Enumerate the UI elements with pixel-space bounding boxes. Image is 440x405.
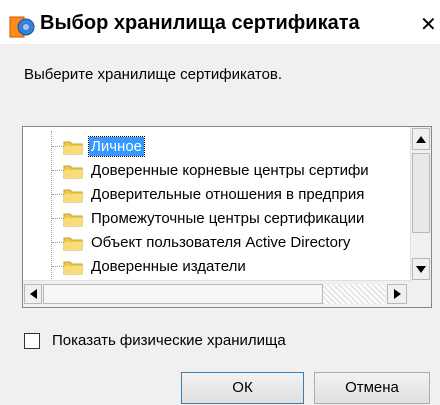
tree-item[interactable]: Личное xyxy=(23,135,405,159)
arrow-up-icon xyxy=(416,135,426,143)
horizontal-scroll-thumb[interactable] xyxy=(43,284,323,304)
tree-item[interactable]: Доверенные издатели xyxy=(23,255,405,279)
tree-item[interactable]: Доверительные отношения в предприя xyxy=(23,183,405,207)
folder-icon xyxy=(63,189,83,203)
tree-item-label: Доверенные корневые центры сертифи xyxy=(91,162,369,179)
show-physical-stores-checkbox[interactable] xyxy=(24,333,40,349)
tree-item-label: Объект пользователя Active Directory xyxy=(91,234,351,251)
folder-icon xyxy=(63,213,83,227)
horizontal-scroll-track[interactable] xyxy=(323,284,385,304)
window-title: Выбор хранилища сертификата xyxy=(40,12,360,34)
store-tree[interactable]: Личное Доверенные корневые центры сертифи… xyxy=(22,126,432,308)
folder-icon xyxy=(63,141,83,155)
tree-item[interactable]: Доверенные корневые центры сертифи xyxy=(23,159,405,183)
tree-item-label: Доверенные издатели xyxy=(91,258,246,275)
title-bar: Выбор хранилища сертификата ✕ xyxy=(0,0,440,44)
folder-icon xyxy=(63,237,83,251)
horizontal-scrollbar[interactable] xyxy=(23,280,411,307)
close-icon[interactable]: ✕ xyxy=(420,12,437,37)
arrow-right-icon xyxy=(393,289,401,299)
tree-item[interactable]: Промежуточные центры сертификации xyxy=(23,207,405,231)
tree-item[interactable]: Объект пользователя Active Directory xyxy=(23,231,405,255)
ok-button[interactable]: ОК xyxy=(181,372,304,404)
folder-icon xyxy=(63,165,83,179)
scroll-up-button[interactable] xyxy=(412,128,430,150)
prompt-text: Выберите хранилище сертификатов. xyxy=(24,66,283,83)
arrow-left-icon xyxy=(29,289,37,299)
show-physical-stores-label[interactable]: Показать физические хранилища xyxy=(52,332,286,349)
scrollbar-corner xyxy=(411,281,431,307)
vertical-scrollbar[interactable] xyxy=(410,127,431,281)
arrow-down-icon xyxy=(416,265,426,273)
scroll-down-button[interactable] xyxy=(412,258,430,280)
vertical-scroll-thumb[interactable] xyxy=(412,153,430,233)
scroll-right-button[interactable] xyxy=(387,284,407,304)
certificate-app-icon xyxy=(9,16,35,38)
scroll-left-button[interactable] xyxy=(24,284,42,304)
tree-item-label: Промежуточные центры сертификации xyxy=(91,210,365,227)
folder-icon xyxy=(63,261,83,275)
cancel-button[interactable]: Отмена xyxy=(314,372,430,404)
tree-item-label: Доверительные отношения в предприя xyxy=(91,186,365,203)
tree-viewport: Личное Доверенные корневые центры сертифи… xyxy=(23,127,405,281)
tree-item-label: Личное xyxy=(87,136,146,157)
